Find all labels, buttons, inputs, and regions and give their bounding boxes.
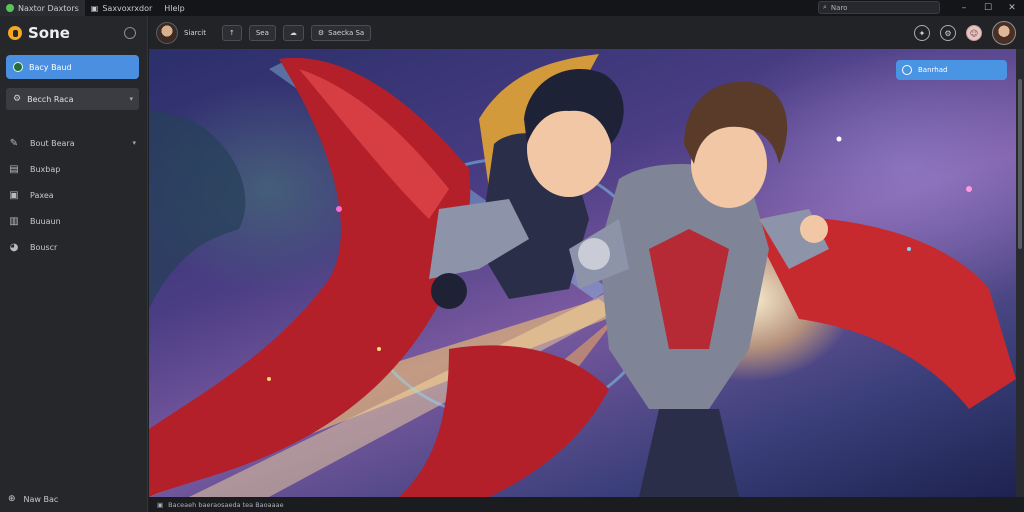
- overlay-action-button[interactable]: Banrhad: [896, 60, 1007, 80]
- button-label: Sea: [255, 28, 269, 37]
- sea-button[interactable]: Sea: [248, 24, 276, 41]
- artwork: [149, 54, 1016, 497]
- sidebar-item-4[interactable]: ◕ Bouscr: [8, 234, 138, 260]
- sidebar-item-2[interactable]: ▣ Paxea: [8, 182, 138, 208]
- search-input[interactable]: ⌕ Naro: [818, 1, 940, 14]
- avatar[interactable]: [156, 21, 178, 44]
- sidebar-item-label: Bacy Baud: [29, 62, 72, 72]
- sidebar-item-label: Buxbap: [30, 164, 61, 174]
- share-icon: ⊕: [8, 494, 16, 504]
- app-logo: Sone: [8, 24, 70, 42]
- sidebar-footer[interactable]: ⊕ Naw Bac: [8, 494, 58, 504]
- document-icon: ▣: [90, 3, 99, 13]
- sidebar-item-3[interactable]: ▥ Buuaun: [8, 208, 138, 234]
- avatar-icon: [13, 62, 23, 72]
- sidebar-item-label: Bout Beara: [30, 138, 75, 148]
- status-text: Baceaeh baeraosaeda tea Baoaaae: [168, 500, 284, 509]
- shield-icon: ◕: [9, 241, 19, 253]
- cloud-icon: ☁: [289, 28, 297, 37]
- box-icon: ▣: [9, 189, 19, 201]
- sidebar-item-label: Buuaun: [30, 216, 61, 226]
- scrollbar-thumb[interactable]: [1018, 79, 1022, 249]
- vertical-scrollbar[interactable]: [1016, 49, 1024, 497]
- gear-icon: ⚙: [317, 28, 325, 37]
- upload-button[interactable]: ↑: [221, 24, 242, 41]
- sidebar-item-secondary[interactable]: ⚙ Becch Raca ▾: [6, 88, 139, 110]
- sidebar-item-1[interactable]: ▤ Buxbap: [8, 156, 138, 182]
- profile-icon[interactable]: ☺: [966, 25, 982, 41]
- sidebar: Sone Bacy Baud ⚙ Becch Raca ▾ ✎ Bout Bea…: [0, 16, 148, 512]
- button-label: Saecka Sa: [328, 28, 365, 37]
- search-icon: ⌕: [823, 3, 827, 11]
- list-icon: ▥: [9, 215, 19, 227]
- info-icon: ▣: [157, 500, 164, 509]
- chart-icon: ▤: [9, 163, 19, 175]
- chevron-down-icon: ▾: [132, 139, 136, 147]
- sidebar-item-label: Paxea: [30, 190, 54, 200]
- close-icon[interactable]: ✕: [1000, 0, 1024, 16]
- arrow-up-icon: ↑: [228, 28, 235, 37]
- green-circle-icon: [6, 4, 14, 12]
- image-canvas[interactable]: Banrhad: [149, 49, 1016, 497]
- settings-icon: ⚙: [13, 94, 22, 104]
- settings-button[interactable]: ⚙ Saecka Sa: [310, 24, 372, 41]
- sidebar-item-0[interactable]: ✎ Bout Beara ▾: [8, 130, 138, 156]
- menu-label: Hlelp: [164, 3, 185, 13]
- sidebar-item-label: Bouscr: [30, 242, 58, 252]
- sidebar-item-label: Becch Raca: [27, 94, 74, 104]
- settings-icon[interactable]: ⚙: [940, 25, 956, 41]
- tab-label: Saxvoxrxdor: [102, 3, 153, 13]
- tab-document[interactable]: ▣ Saxvoxrxdor: [85, 0, 158, 16]
- minimize-icon[interactable]: –: [952, 0, 976, 16]
- tab-label: Naxtor Daxtors: [18, 3, 79, 13]
- menu-help[interactable]: Hlelp: [158, 0, 190, 16]
- user-name: Siarcit: [184, 28, 206, 37]
- cloud-button[interactable]: ☁: [282, 24, 304, 41]
- logo-icon: [8, 26, 22, 40]
- user-avatar[interactable]: [992, 21, 1016, 45]
- puzzle-icon[interactable]: ✦: [914, 25, 930, 41]
- sidebar-item-primary[interactable]: Bacy Baud: [6, 55, 139, 79]
- gear-icon[interactable]: [124, 27, 136, 39]
- overlay-button-label: Banrhad: [918, 66, 948, 74]
- status-bar: ▣ Baceaeh baeraosaeda tea Baoaaae: [149, 497, 1024, 512]
- chevron-down-icon: ▾: [129, 95, 133, 103]
- title-bar: Naxtor Daxtors ▣ Saxvoxrxdor Hlelp ⌕ Nar…: [0, 0, 1024, 16]
- maximize-icon[interactable]: ☐: [976, 0, 1000, 16]
- search-value: Naro: [830, 3, 848, 12]
- tab-app[interactable]: Naxtor Daxtors: [0, 0, 85, 16]
- toolbar: Siarcit ↑ Sea ☁ ⚙ Saecka Sa ✦ ⚙ ☺: [149, 16, 1024, 49]
- app-name: Sone: [28, 24, 70, 42]
- footer-label: Naw Bac: [23, 494, 59, 504]
- circle-icon: [902, 65, 912, 75]
- pen-icon: ✎: [9, 137, 19, 149]
